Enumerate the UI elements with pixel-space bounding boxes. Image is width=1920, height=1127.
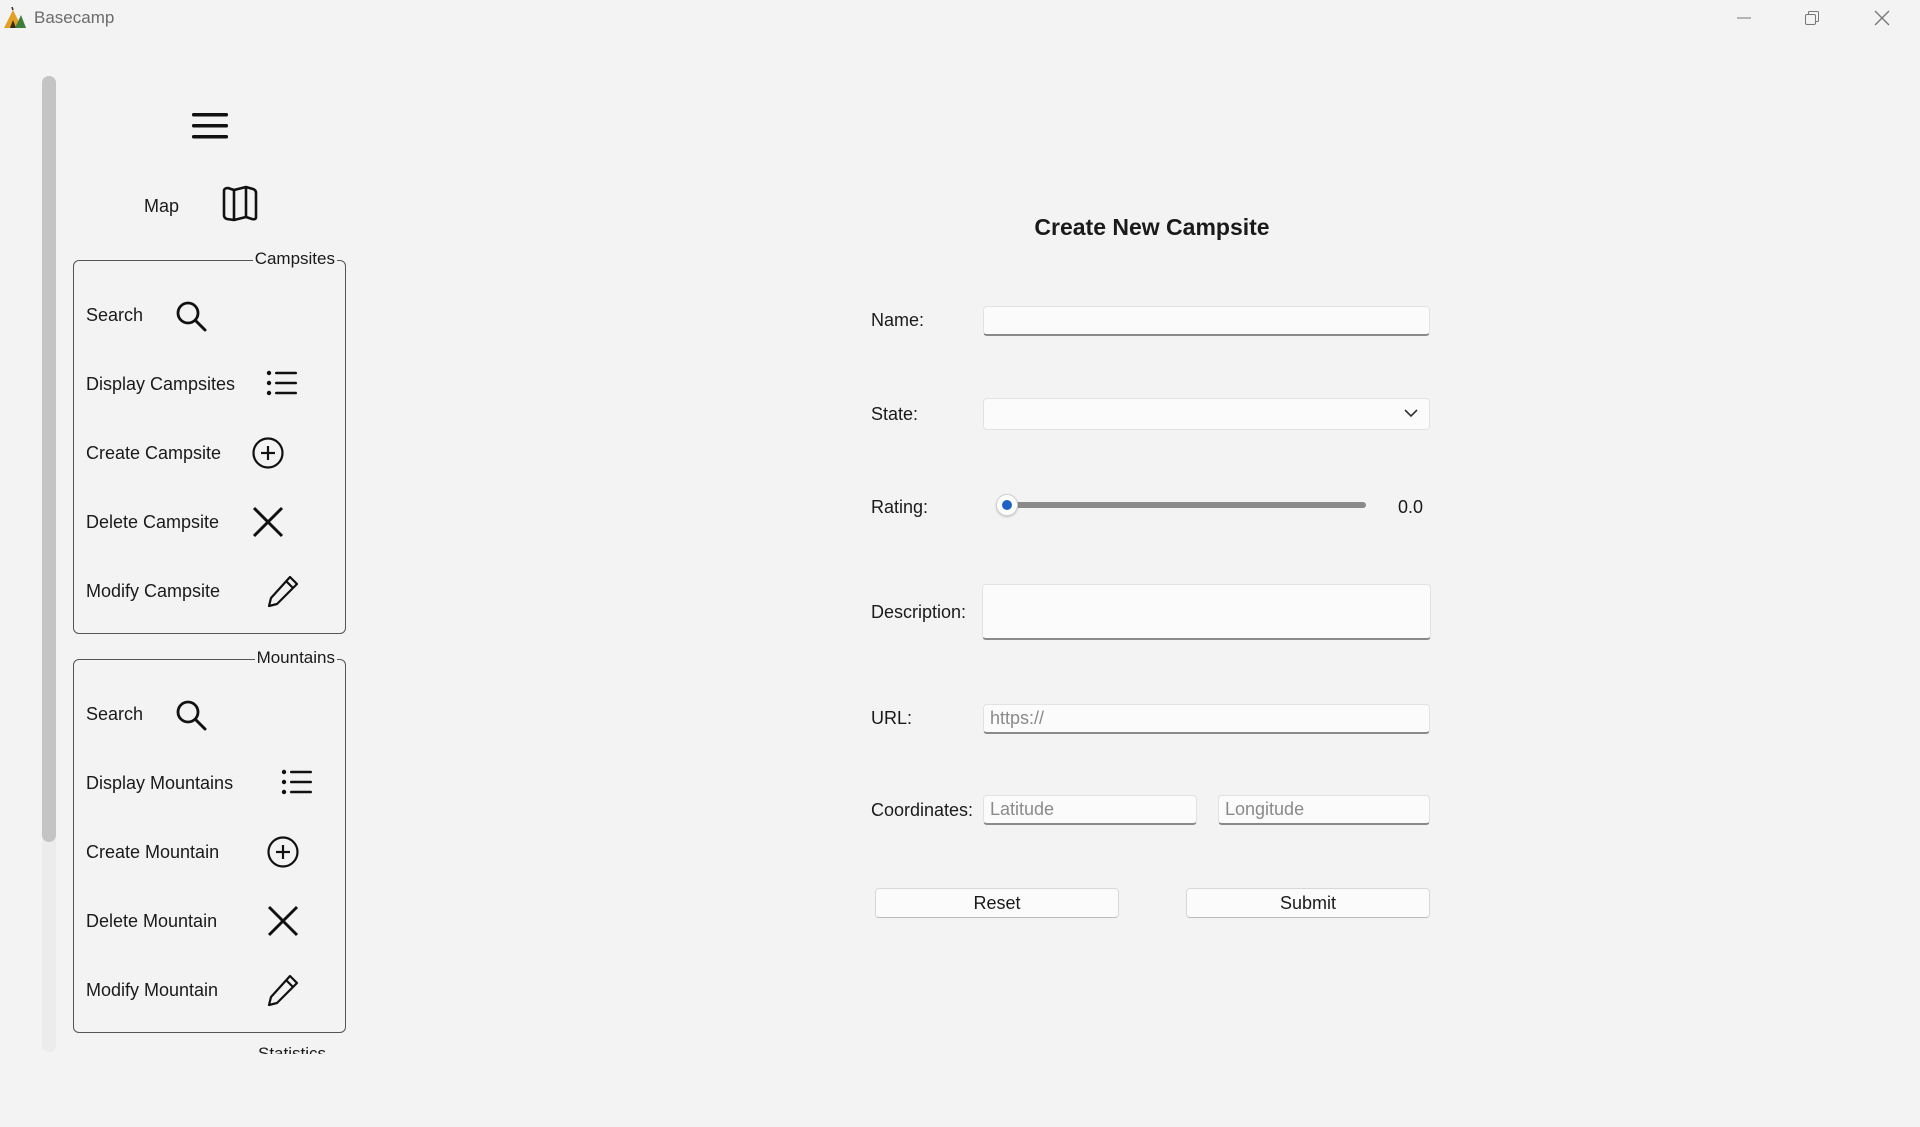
campsites-group-title: Campsites (252, 249, 337, 269)
title-bar: Basecamp (0, 0, 1920, 36)
menu-toggle-button[interactable] (188, 106, 232, 146)
close-window-icon (1874, 10, 1890, 26)
coordinates-label: Coordinates: (871, 800, 974, 820)
display-campsites-label: Display Campsites (86, 373, 236, 394)
map-icon (222, 185, 258, 222)
name-input[interactable] (984, 307, 1429, 334)
window-title: Basecamp (34, 8, 115, 27)
name-field[interactable] (983, 306, 1430, 336)
nav-map-label: Map (144, 196, 180, 216)
add-circle-icon (266, 835, 300, 869)
campsites-search-label: Search (86, 304, 144, 325)
close-icon (251, 505, 285, 539)
hamburger-icon (192, 113, 228, 139)
mountains-group-title: Mountains (254, 648, 337, 668)
delete-mountain-label: Delete Mountain (86, 910, 218, 931)
state-select[interactable] (983, 398, 1430, 430)
create-campsite-label: Create Campsite (86, 442, 222, 463)
list-icon (281, 768, 313, 796)
description-field[interactable] (982, 584, 1431, 640)
minimize-button[interactable] (1710, 0, 1778, 36)
close-window-button[interactable] (1848, 0, 1916, 36)
display-mountains-item[interactable]: Display Mountains (86, 761, 233, 805)
delete-campsite-item[interactable]: Delete Campsite (86, 500, 219, 544)
create-campsite-item[interactable]: Create Campsite (86, 431, 221, 475)
delete-mountain-item[interactable]: Delete Mountain (86, 899, 217, 943)
list-icon (266, 369, 298, 397)
latitude-field[interactable] (983, 795, 1197, 825)
state-label: State: (871, 404, 919, 424)
statistics-group-title-partial: Statistics (258, 1044, 327, 1054)
latitude-input[interactable] (984, 796, 1196, 823)
url-field[interactable] (983, 704, 1430, 734)
delete-campsite-label: Delete Campsite (86, 511, 220, 532)
campsites-search-item[interactable]: Search (86, 293, 143, 337)
pencil-icon (266, 574, 300, 608)
longitude-input[interactable] (1219, 796, 1429, 823)
rating-slider-thumb[interactable] (996, 494, 1018, 516)
rating-label: Rating: (871, 497, 929, 517)
sidebar: Map Campsites Search Display Campsites C… (60, 60, 380, 1054)
display-campsites-item[interactable]: Display Campsites (86, 362, 235, 406)
reset-button[interactable]: Reset (875, 888, 1119, 918)
display-mountains-label: Display Mountains (86, 772, 234, 793)
url-label: URL: (871, 708, 913, 728)
page-title: Create New Campsite (1034, 214, 1270, 240)
modify-campsite-item[interactable]: Modify Campsite (86, 569, 220, 613)
description-input[interactable] (983, 585, 1430, 638)
chevron-down-icon (1404, 409, 1418, 418)
longitude-field[interactable] (1218, 795, 1430, 825)
url-input[interactable] (984, 705, 1429, 732)
add-circle-icon (251, 436, 285, 470)
pencil-icon (266, 973, 300, 1007)
sidebar-scroll-thumb[interactable] (42, 76, 56, 842)
modify-campsite-label: Modify Campsite (86, 580, 221, 601)
close-icon (266, 904, 300, 938)
mountains-group: Mountains Search Display Mountains Creat… (73, 648, 346, 1033)
search-icon (174, 299, 208, 333)
campsites-group: Campsites Search Display Campsites Creat… (73, 249, 346, 634)
name-label: Name: (871, 310, 925, 330)
mountains-search-label: Search (86, 703, 144, 724)
restore-button[interactable] (1778, 0, 1846, 36)
minimize-icon (1737, 17, 1751, 19)
modify-mountain-label: Modify Mountain (86, 979, 219, 1000)
search-icon (174, 698, 208, 732)
rating-slider-track[interactable] (1006, 502, 1366, 508)
restore-icon (1805, 11, 1819, 25)
tent-app-icon (4, 7, 26, 28)
modify-mountain-item[interactable]: Modify Mountain (86, 968, 218, 1012)
mountains-search-item[interactable]: Search (86, 692, 143, 736)
submit-button[interactable]: Submit (1186, 888, 1430, 918)
create-mountain-item[interactable]: Create Mountain (86, 830, 219, 874)
rating-value: 0.0 (1398, 497, 1424, 517)
create-mountain-label: Create Mountain (86, 841, 220, 862)
description-label: Description: (871, 602, 967, 622)
